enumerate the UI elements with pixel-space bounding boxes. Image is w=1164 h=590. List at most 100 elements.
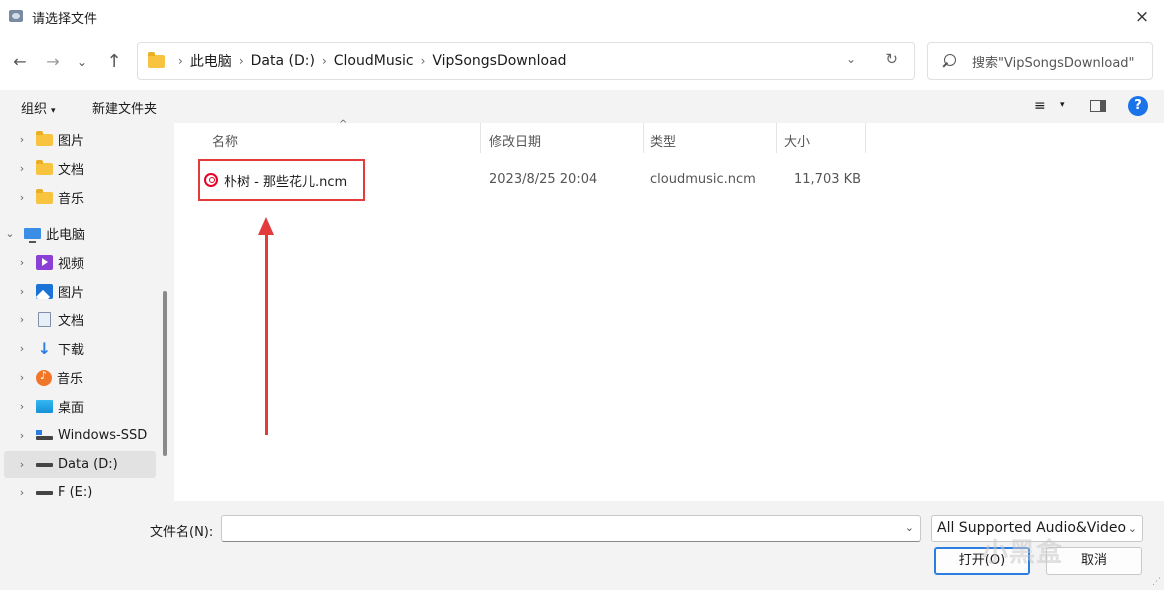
pictures-icon [36, 284, 53, 299]
sidebar-item-downloads[interactable]: › ↓ 下载 [0, 335, 160, 362]
help-icon[interactable]: ? [1128, 96, 1148, 116]
navigation-bar: ← → ⌄ ↑ › 此电脑 › Data (D:) › CloudMusic ›… [0, 34, 1164, 90]
breadcrumb-cloudmusic[interactable]: CloudMusic [334, 53, 414, 69]
sidebar-item-data-drive[interactable]: › Data (D:) [4, 451, 156, 478]
breadcrumb-vipsongsdownload[interactable]: VipSongsDownload [432, 53, 566, 69]
file-type-filter-value: All Supported Audio&Video [937, 520, 1127, 536]
sidebar-item-f-drive[interactable]: › F (E:) [0, 479, 160, 501]
folder-icon [36, 130, 53, 146]
video-icon [36, 255, 53, 270]
breadcrumb-separator: › [321, 54, 327, 68]
back-arrow-icon[interactable]: ← [8, 50, 32, 74]
window-title: 请选择文件 [32, 11, 98, 27]
expand-chevron-icon[interactable]: › [16, 313, 28, 326]
expand-chevron-icon[interactable]: › [16, 256, 28, 269]
sidebar-item-music-quick[interactable]: › 音乐 [0, 184, 160, 211]
search-placeholder[interactable]: 搜索"VipSongsDownload" [972, 52, 1135, 71]
preview-pane-icon[interactable] [1090, 100, 1106, 112]
file-name-cell[interactable]: 朴树 - 那些花儿.ncm [198, 159, 365, 201]
expand-chevron-icon[interactable]: › [16, 486, 28, 499]
pc-icon [24, 228, 41, 243]
sidebar-item-pictures-quick[interactable]: › 图片 [0, 126, 160, 153]
file-type: cloudmusic.ncm [650, 172, 756, 187]
address-dropdown-chevron-icon[interactable]: ⌄ [846, 52, 856, 66]
breadcrumb-separator: › [420, 54, 426, 68]
recent-locations-chevron-icon[interactable]: ⌄ [70, 50, 94, 74]
expand-chevron-icon[interactable]: › [16, 162, 28, 175]
bottom-bar: 文件名(N): ⌄ All Supported Audio&Video ⌄ 打开… [0, 501, 1164, 590]
file-name: 朴树 - 那些花儿.ncm [224, 174, 348, 190]
column-header-size[interactable]: 大小 [784, 131, 810, 150]
filename-dropdown-chevron-icon[interactable]: ⌄ [905, 521, 914, 534]
expand-chevron-icon[interactable]: › [16, 429, 28, 442]
expand-chevron-icon[interactable]: › [16, 458, 28, 471]
ssd-drive-icon [36, 430, 53, 441]
expand-chevron-icon[interactable]: › [16, 371, 28, 384]
sidebar-item-label: Windows-SSD [58, 428, 148, 443]
sidebar-item-desktop[interactable]: › 桌面 [0, 393, 160, 420]
sidebar-item-label: 图片 [58, 286, 85, 301]
annotation-arrow-shaft [265, 233, 268, 435]
sidebar-item-pictures[interactable]: › 图片 [0, 278, 160, 305]
filter-dropdown-chevron-icon[interactable]: ⌄ [1128, 516, 1137, 541]
file-type-filter[interactable]: All Supported Audio&Video ⌄ [931, 515, 1143, 542]
file-row[interactable]: 朴树 - 那些花儿.ncm 2023/8/25 20:04 cloudmusic… [198, 159, 878, 201]
column-header-name[interactable]: 名称 [212, 131, 238, 150]
sidebar-item-windows-ssd[interactable]: › Windows-SSD [0, 422, 160, 449]
sidebar-item-documents-quick[interactable]: › 文档 [0, 155, 160, 182]
filename-input[interactable]: ⌄ [221, 515, 921, 542]
expand-chevron-icon[interactable]: › [16, 342, 28, 355]
caret-down-icon: ▾ [51, 106, 56, 116]
collapse-chevron-icon[interactable]: ⌄ [4, 227, 16, 240]
column-divider[interactable] [480, 123, 481, 153]
sidebar-item-this-pc[interactable]: ⌄ 此电脑 [0, 220, 160, 247]
sidebar-item-label: 桌面 [58, 401, 85, 416]
breadcrumb-this-pc[interactable]: 此电脑 [190, 51, 232, 71]
view-options-icon[interactable]: ≡ [1034, 98, 1046, 114]
sidebar-item-label: 音乐 [57, 372, 84, 387]
expand-chevron-icon[interactable]: › [16, 285, 28, 298]
address-bar[interactable]: › 此电脑 › Data (D:) › CloudMusic › VipSong… [137, 42, 915, 80]
close-icon[interactable]: × [1130, 5, 1154, 29]
sidebar-item-label: 视频 [58, 257, 85, 272]
sidebar-item-label: 音乐 [58, 192, 85, 207]
column-divider[interactable] [643, 123, 644, 153]
sidebar-item-music[interactable]: › 音乐 [0, 364, 160, 391]
expand-chevron-icon[interactable]: › [16, 133, 28, 146]
breadcrumb-data-drive[interactable]: Data (D:) [251, 53, 315, 69]
folder-icon [36, 188, 53, 204]
sidebar-item-documents[interactable]: › 文档 [0, 306, 160, 333]
desktop-icon [36, 400, 53, 413]
view-caret-down-icon[interactable]: ▾ [1060, 100, 1065, 110]
sidebar-scrollbar[interactable] [163, 291, 167, 456]
new-folder-button[interactable]: 新建文件夹 [92, 98, 157, 117]
drive-icon [36, 489, 53, 497]
sidebar-item-label: Data (D:) [58, 457, 118, 472]
cancel-button[interactable]: 取消 [1046, 547, 1142, 575]
column-header-type[interactable]: 类型 [650, 131, 676, 150]
forward-arrow-icon[interactable]: → [41, 50, 65, 74]
sidebar-item-label: 图片 [58, 134, 85, 149]
organize-menu-button[interactable]: 组织 ▾ [21, 98, 56, 117]
sidebar-item-videos[interactable]: › 视频 [0, 249, 160, 276]
app-icon [8, 8, 26, 26]
sidebar-item-label: 下载 [58, 343, 85, 358]
refresh-icon[interactable]: ↻ [885, 50, 898, 68]
open-button[interactable]: 打开(O) [934, 547, 1030, 575]
expand-chevron-icon[interactable]: › [16, 191, 28, 204]
resize-grip-icon[interactable]: ⋰ [1152, 577, 1161, 587]
download-icon: ↓ [37, 339, 52, 358]
breadcrumb-separator: › [178, 54, 183, 68]
column-divider[interactable] [865, 123, 866, 153]
expand-chevron-icon[interactable]: › [16, 400, 28, 413]
navigation-pane: › 图片 › 文档 › 音乐 ⌄ 此电脑 › 视频 › 图片 › 文档 › ↓ … [0, 123, 174, 501]
column-divider[interactable] [776, 123, 777, 153]
column-header-modified[interactable]: 修改日期 [489, 131, 541, 150]
up-arrow-icon[interactable]: ↑ [102, 50, 126, 74]
music-icon [36, 369, 52, 386]
search-box[interactable]: 搜索"VipSongsDownload" [927, 42, 1153, 80]
filename-label: 文件名(N): [150, 525, 214, 540]
sort-ascending-icon: ^ [339, 119, 348, 130]
sidebar-item-label: F (E:) [58, 485, 93, 500]
document-icon [38, 312, 51, 327]
